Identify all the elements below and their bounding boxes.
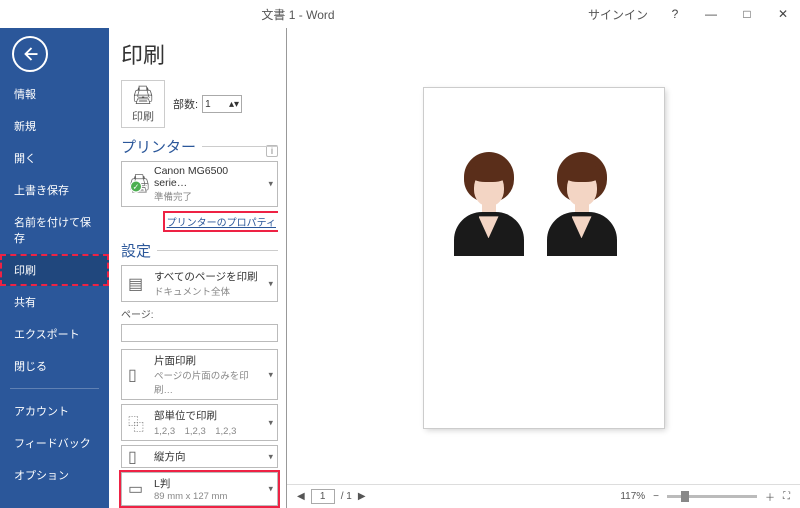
orientation-dropdown[interactable]: ▯ 縦方向 ▾ [121,445,278,468]
pages-icon: ▤ [128,274,143,294]
sidebar-item-close[interactable]: 閉じる [0,350,109,382]
photo-1 [446,148,531,256]
settings-section-heading: 設定 [121,240,278,261]
paper-size-dropdown[interactable]: ▭ L判 89 mm x 127 mm ▾ [121,472,278,506]
oneside-icon: ▯ [128,365,137,385]
portrait-icon: ▯ [128,447,137,467]
preview-page [424,88,664,428]
print-button[interactable]: 🖨 印刷 [121,80,165,128]
titlebar: 文書 1 - Word サインイン ? — □ ✕ [0,0,800,28]
page-range-input[interactable] [121,324,278,342]
sidebar-item-feedback[interactable]: フィードバック [0,427,109,459]
copies-spinner[interactable]: 1▴▾ [202,95,242,113]
fit-button[interactable]: ⛶ [783,491,790,502]
page-heading: 印刷 [121,38,278,70]
print-preview: ◀ 1 / 1 ▶ 117% − ＋ ⛶ [286,28,800,508]
printer-properties-link[interactable]: プリンターのプロパティ [165,213,278,230]
sidebar-item-save[interactable]: 上書き保存 [0,174,109,206]
collate-icon: ⿻ [128,411,144,435]
sidebar-item-info[interactable]: 情報 [0,78,109,110]
collate-dropdown[interactable]: ⿻ 部単位で印刷 1,2,3 1,2,3 1,2,3 ▾ [121,404,278,441]
paper-icon: ▭ [128,479,143,499]
minimize-button[interactable]: — [702,7,720,21]
chevron-down-icon: ▾ [268,451,273,462]
backstage-sidebar: 情報 新規 開く 上書き保存 名前を付けて保存 印刷 共有 エクスポート 閉じる… [0,28,109,508]
help-button[interactable]: ? [666,7,684,21]
sidebar-item-options[interactable]: オプション [0,459,109,491]
chevron-down-icon: ▾ [268,369,273,380]
close-button[interactable]: ✕ [774,7,792,21]
zoom-slider[interactable] [667,495,757,498]
sidebar-item-saveas[interactable]: 名前を付けて保存 [0,206,109,254]
printer-device-icon: 🖨✓ [128,174,151,195]
chevron-down-icon: ▾ [268,484,273,495]
sidebar-item-share[interactable]: 共有 [0,286,109,318]
sidebar-item-account[interactable]: アカウント [0,395,109,427]
print-button-label: 印刷 [132,108,154,124]
printer-section-heading: プリンター [121,136,278,157]
printer-icon: 🖨 [132,85,155,106]
chevron-down-icon: ▾ [268,179,273,190]
sidebar-item-new[interactable]: 新規 [0,110,109,142]
next-page-button[interactable]: ▶ [358,491,366,502]
sidebar-item-print[interactable]: 印刷 [0,254,109,286]
photo-2 [539,148,624,256]
chevron-down-icon: ▾ [268,278,273,289]
sidebar-item-export[interactable]: エクスポート [0,318,109,350]
zoom-out-button[interactable]: − [653,491,659,502]
print-range-dropdown[interactable]: ▤ すべてのページを印刷 ドキュメント全体 ▾ [121,265,278,302]
sidebar-item-open[interactable]: 開く [0,142,109,174]
document-title: 文書 1 - Word [8,6,588,23]
print-settings-panel: 印刷 🖨 印刷 部数: 1▴▾ プリンター i 🖨✓ Canon MG6500 … [109,28,286,508]
signin-link[interactable]: サインイン [588,6,648,23]
page-range-label: ページ: [121,306,278,321]
copies-label: 部数: [173,96,198,112]
prev-page-button[interactable]: ◀ [297,491,305,502]
preview-statusbar: ◀ 1 / 1 ▶ 117% − ＋ ⛶ [287,484,800,508]
back-button[interactable] [12,36,48,72]
printer-dropdown[interactable]: 🖨✓ Canon MG6500 serie… 準備完了 ▾ [121,161,278,207]
maximize-button[interactable]: □ [738,7,756,21]
zoom-in-button[interactable]: ＋ [765,489,775,504]
side-dropdown[interactable]: ▯ 片面印刷 ページの片面のみを印刷… ▾ [121,349,278,400]
current-page-input[interactable]: 1 [311,489,335,504]
chevron-down-icon: ▾ [268,417,273,428]
zoom-value: 117% [620,491,645,502]
page-total: / 1 [341,491,352,502]
